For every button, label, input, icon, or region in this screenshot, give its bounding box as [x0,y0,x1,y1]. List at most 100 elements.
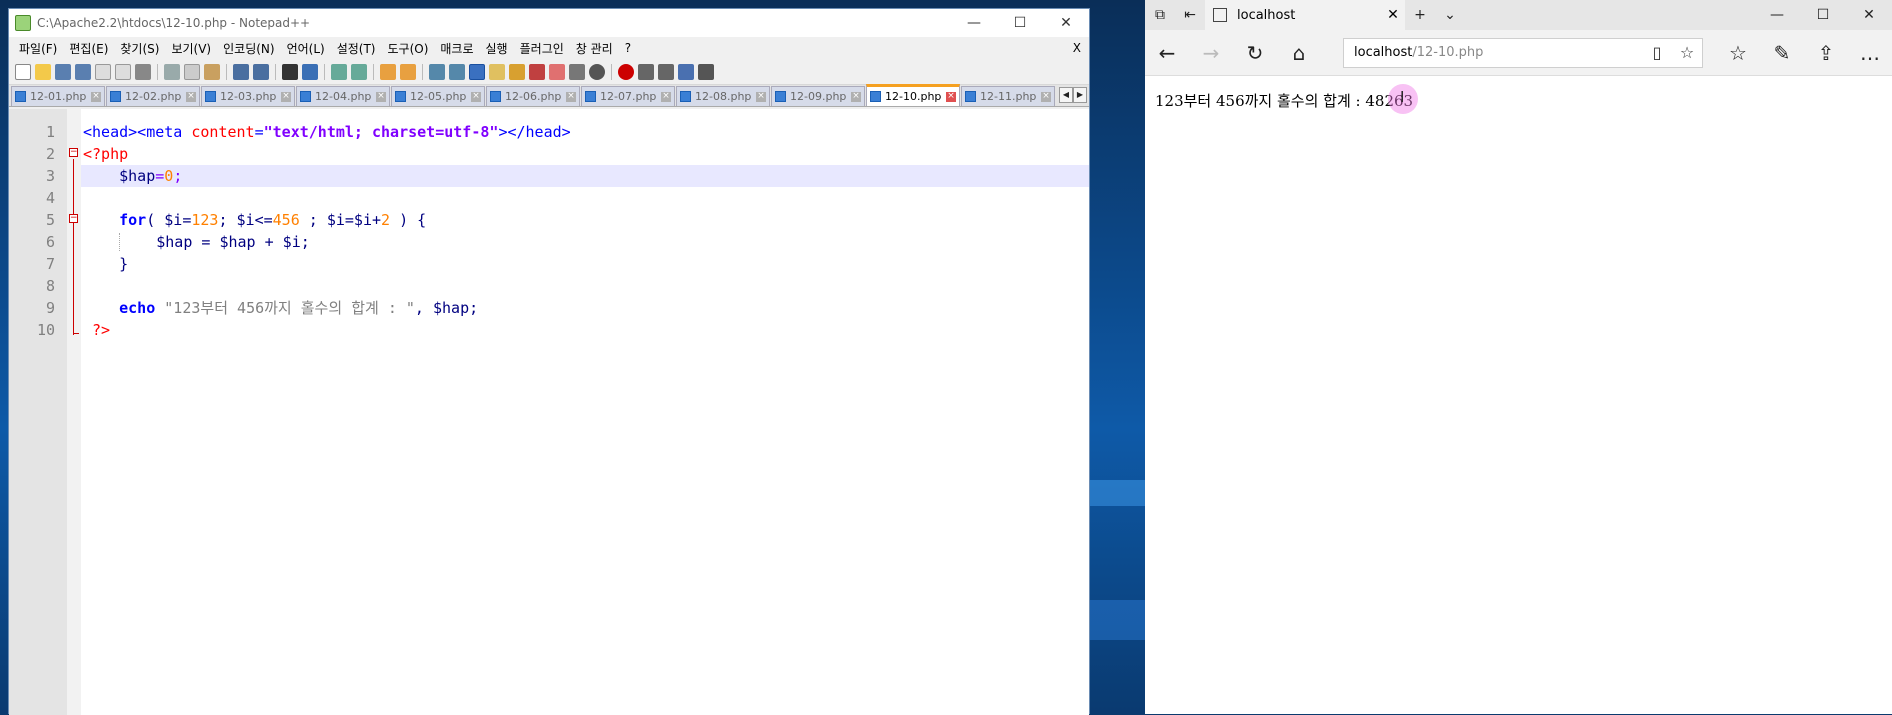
tab-close-icon[interactable]: × [946,91,956,102]
show-all-chars-icon[interactable] [449,63,465,80]
tab-scroll-left-icon[interactable]: ◀ [1059,87,1073,103]
tab-12-03[interactable]: 12-03.php × [201,86,295,106]
edge-tab-localhost[interactable]: localhost ✕ [1205,0,1405,30]
language-icon[interactable] [489,63,505,80]
menu-tools[interactable]: 도구(O) [382,40,435,57]
menu-window[interactable]: 창 관리 [570,40,619,57]
new-tab-icon[interactable]: + [1405,0,1435,30]
tab-close-icon[interactable]: × [91,91,101,102]
monitoring-icon[interactable] [569,63,585,80]
new-file-icon[interactable] [15,63,31,80]
redo-icon[interactable] [253,63,269,80]
find-icon[interactable] [282,63,298,80]
menu-language[interactable]: 언어(L) [281,40,331,57]
tab-close-icon[interactable]: × [471,91,481,102]
run-macro-multiple-icon[interactable] [678,63,694,80]
sync-vertical-icon[interactable] [380,63,396,80]
zoom-in-icon[interactable] [331,63,347,80]
replace-icon[interactable] [302,63,318,80]
tab-12-06[interactable]: 12-06.php × [486,86,580,106]
tab-close-icon[interactable]: × [566,91,576,102]
close-file-icon[interactable] [95,63,111,80]
back-arrow-icon[interactable]: ← [1145,30,1189,76]
menu-run[interactable]: 실행 [480,40,514,57]
fold-minus-icon[interactable]: − [69,148,78,157]
menu-edit[interactable]: 편집(E) [63,40,114,57]
tab-12-05[interactable]: 12-05.php × [391,86,485,106]
menu-view[interactable]: 보기(V) [165,40,217,57]
open-file-icon[interactable] [35,63,51,80]
minimize-icon[interactable]: — [951,9,997,37]
stop-macro-icon[interactable] [638,63,654,80]
menu-search[interactable]: 찾기(S) [114,40,165,57]
sync-horizontal-icon[interactable] [400,63,416,80]
doc-map-icon[interactable] [509,63,525,80]
menu-macro[interactable]: 매크로 [434,40,479,57]
maximize-icon[interactable]: ☐ [997,9,1043,37]
favorite-star-icon[interactable]: ☆ [1672,43,1702,62]
tab-12-07[interactable]: 12-07.php × [581,86,675,106]
close-all-icon[interactable] [115,63,131,80]
tab-scroll-right-icon[interactable]: ▶ [1073,87,1087,103]
close-icon[interactable]: ✕ [1043,9,1089,37]
tab-close-icon[interactable]: × [756,91,766,102]
tab-close-icon[interactable]: × [376,91,386,102]
code-area[interactable]: <head><meta content="text/html; charset=… [81,109,1089,715]
word-wrap-icon[interactable] [429,63,445,80]
menu-plugins[interactable]: 플러그인 [514,40,570,57]
web-note-pen-icon[interactable]: ✎ [1760,30,1804,76]
address-bar[interactable]: localhost/12-10.php ▯ ☆ [1343,37,1703,68]
folder-workspace-icon[interactable] [549,63,565,80]
tab-close-icon[interactable]: × [661,91,671,102]
indent-guide-icon[interactable] [469,63,485,80]
tab-12-04[interactable]: 12-04.php × [296,86,390,106]
code-editor[interactable]: 1 2 3 4 5 6 7 8 9 10 − − <head><meta con… [9,109,1089,715]
tab-12-02[interactable]: 12-02.php × [106,86,200,106]
tab-close-icon[interactable]: × [186,91,196,102]
line-number: 9 [45,299,55,317]
menu-settings[interactable]: 설정(T) [331,40,382,57]
eye-icon[interactable] [589,63,605,80]
tab-close-icon[interactable]: × [851,91,861,102]
reading-view-icon[interactable]: ▯ [1642,43,1672,62]
save-icon[interactable] [55,63,71,80]
cut-icon[interactable] [164,63,180,80]
forward-arrow-icon[interactable]: → [1189,30,1233,76]
set-tabs-aside-icon[interactable]: ⇤ [1175,0,1205,30]
record-macro-icon[interactable] [618,63,634,80]
tab-12-01[interactable]: 12-01.php × [11,86,105,106]
more-dots-icon[interactable]: … [1848,30,1892,76]
menu-encoding[interactable]: 인코딩(N) [217,40,280,57]
paste-icon[interactable] [204,63,220,80]
save-macro-icon[interactable] [698,63,714,80]
function-list-icon[interactable] [529,63,545,80]
tab-close-icon[interactable]: × [1041,91,1051,102]
close-icon[interactable]: ✕ [1846,0,1892,30]
menu-help[interactable]: ? [619,41,637,55]
play-macro-icon[interactable] [658,63,674,80]
tab-12-11[interactable]: 12-11.php × [961,86,1055,106]
refresh-icon[interactable]: ↻ [1233,30,1277,76]
undo-icon[interactable] [233,63,249,80]
tab-preview-icon[interactable]: ⧉ [1145,0,1175,30]
file-icon [870,91,881,102]
maximize-icon[interactable]: ☐ [1800,0,1846,30]
save-all-icon[interactable] [75,63,91,80]
tab-12-08[interactable]: 12-08.php × [676,86,770,106]
copy-icon[interactable] [184,63,200,80]
favorites-hub-icon[interactable]: ☆ [1716,30,1760,76]
minimize-icon[interactable]: — [1754,0,1800,30]
close-tab-icon[interactable]: ✕ [1381,7,1405,23]
menu-file[interactable]: 파일(F) [13,40,63,57]
tab-12-09[interactable]: 12-09.php × [771,86,865,106]
fold-minus-icon[interactable]: − [69,214,78,223]
close-document-icon[interactable]: X [1073,41,1089,55]
print-icon[interactable] [135,63,151,80]
indent-guide [119,233,157,251]
zoom-out-icon[interactable] [351,63,367,80]
tab-close-icon[interactable]: × [281,91,291,102]
tab-12-10[interactable]: 12-10.php × [866,84,960,106]
home-icon[interactable]: ⌂ [1277,30,1321,76]
share-icon[interactable]: ⇪ [1804,30,1848,76]
tab-list-chevron-icon[interactable]: ⌄ [1435,0,1465,30]
